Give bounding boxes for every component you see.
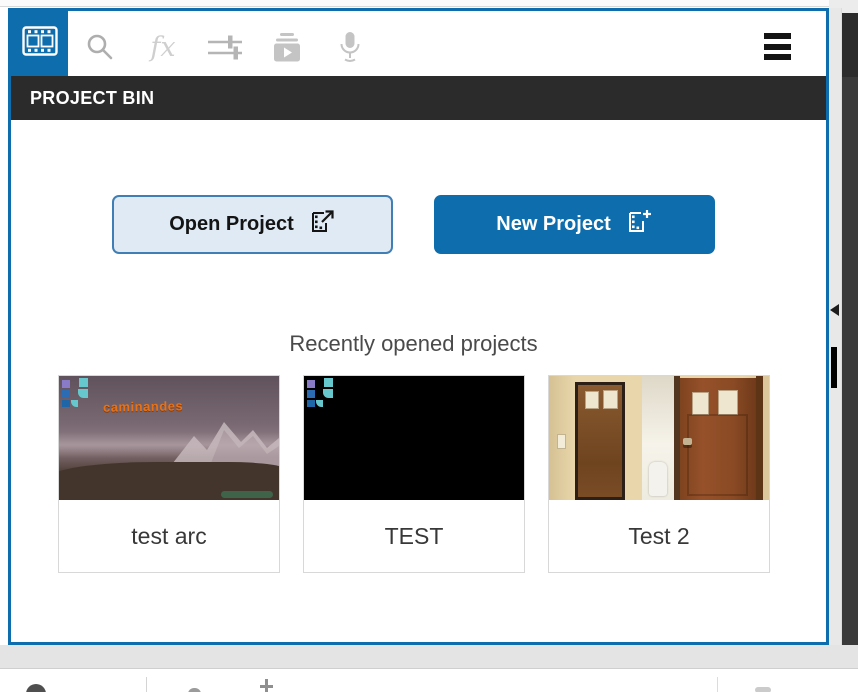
- new-project-film-plus-icon: [627, 209, 653, 241]
- toolbar-divider: [717, 677, 718, 692]
- app-logo-watermark-icon: [306, 377, 338, 408]
- project-bin-panel: fx: [8, 8, 829, 645]
- open-project-label: Open Project: [169, 213, 293, 236]
- tab-project-bin[interactable]: [11, 11, 68, 76]
- microphone-icon[interactable]: [333, 30, 367, 64]
- project-card-test-2[interactable]: Test 2: [548, 375, 770, 573]
- panel-header: PROJECT BIN: [11, 76, 826, 120]
- door-frame-right: [756, 376, 763, 500]
- effects-fx-icon[interactable]: fx: [146, 30, 180, 64]
- clipped-add-icon-bar: [260, 685, 273, 688]
- panel-side-gutter: [829, 8, 842, 645]
- project-thumbnail-doors: [549, 376, 769, 500]
- toilet: [649, 462, 667, 496]
- open-project-button[interactable]: Open Project: [112, 195, 393, 254]
- adjustment-sliders-icon[interactable]: [208, 30, 242, 64]
- toolbar-divider: [146, 677, 147, 692]
- clipped-tool-icon[interactable]: [188, 688, 201, 692]
- door-handle: [683, 438, 692, 445]
- project-name: TEST: [304, 500, 524, 572]
- open-doorway: [642, 376, 674, 500]
- project-thumbnail-black: [304, 376, 524, 500]
- window-top-strip: [0, 0, 858, 7]
- recent-projects-title: Recently opened projects: [11, 331, 816, 357]
- adjacent-panel-edge-top: [842, 13, 858, 77]
- bottom-toolbar-clipped: [0, 668, 858, 692]
- thumbnail-overlay-text: caminandes: [103, 398, 183, 414]
- left-triangle-icon[interactable]: [830, 304, 839, 316]
- panel-title: PROJECT BIN: [11, 76, 826, 120]
- new-project-button[interactable]: New Project: [434, 195, 715, 254]
- film-strip-icon: [22, 26, 58, 61]
- vertical-scrollbar-thumb[interactable]: [831, 347, 837, 388]
- clipped-tool-icon-right[interactable]: [755, 687, 771, 692]
- mirror: [575, 382, 625, 500]
- export-video-icon[interactable]: [270, 30, 304, 64]
- hamburger-menu-icon[interactable]: [764, 33, 791, 60]
- panel-body: Open Project New Project: [11, 120, 826, 642]
- project-card-test[interactable]: TEST: [303, 375, 525, 573]
- app-logo-watermark-icon: [61, 377, 93, 408]
- search-icon[interactable]: [83, 30, 117, 64]
- project-card-test-arc[interactable]: caminandes test arc: [58, 375, 280, 573]
- light-switch: [557, 434, 566, 449]
- new-project-label: New Project: [496, 213, 610, 236]
- project-thumbnail-caminandes: caminandes: [59, 376, 279, 500]
- bottom-spacer: [0, 645, 858, 668]
- adjacent-panel-edge: [842, 13, 858, 645]
- project-name: test arc: [59, 500, 279, 572]
- wall-right: [763, 376, 769, 500]
- clipped-undo-icon[interactable]: [26, 684, 46, 692]
- green-streak: [221, 491, 273, 498]
- open-project-film-arrow-icon: [310, 209, 336, 241]
- top-toolbar: fx: [11, 11, 826, 76]
- fog-band: [59, 432, 279, 458]
- project-name: Test 2: [549, 500, 769, 572]
- wooden-door: [680, 378, 756, 500]
